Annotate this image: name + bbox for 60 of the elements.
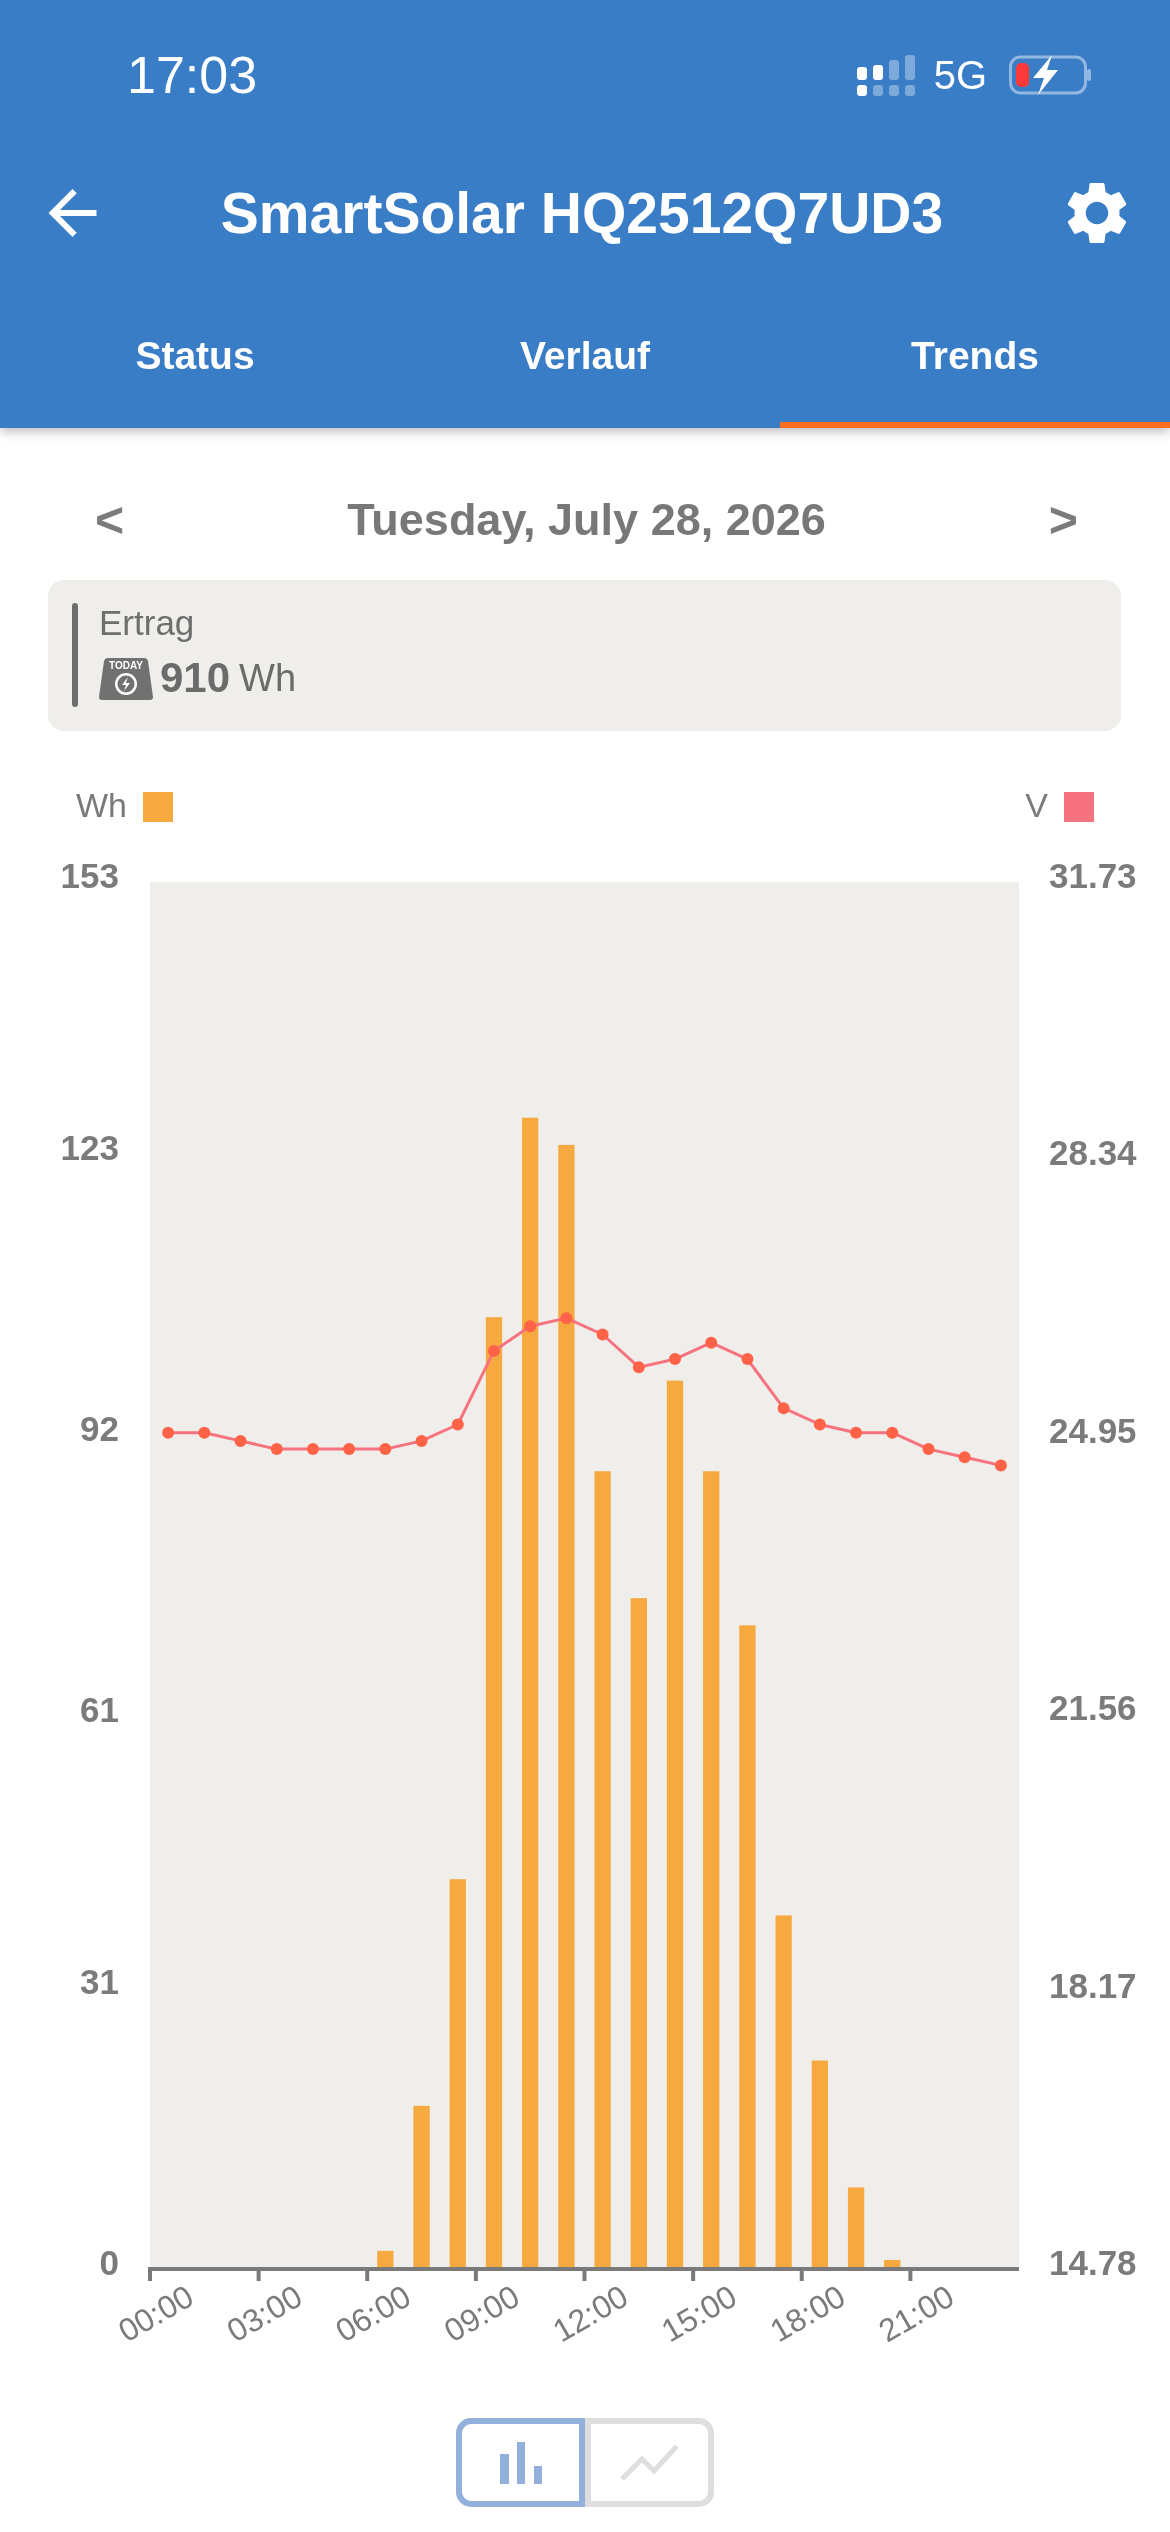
y-axis-label: 31 xyxy=(80,1961,119,2001)
line-chart-icon xyxy=(620,2444,679,2481)
x-axis-label: 03:00 xyxy=(220,2277,309,2350)
yield-label: Ertrag xyxy=(99,603,196,643)
y-axis-label: 18.17 xyxy=(1049,1965,1137,2005)
y-axis-label: 92 xyxy=(80,1409,119,1448)
today-bolt-icon xyxy=(99,656,153,700)
y-axis-label: 28.34 xyxy=(1049,1133,1137,1173)
data-point xyxy=(994,1459,1007,1472)
data-point xyxy=(777,1402,790,1415)
yield-value: 910 xyxy=(160,653,231,703)
data-point xyxy=(343,1443,356,1456)
data-point xyxy=(850,1426,863,1439)
data-point xyxy=(198,1426,211,1439)
data-point xyxy=(270,1443,283,1456)
data-point xyxy=(488,1344,500,1357)
signal-icon xyxy=(856,54,916,96)
yield-unit: Wh xyxy=(239,656,297,701)
data-point xyxy=(234,1434,247,1447)
legend-label: V xyxy=(1025,788,1048,822)
y-axis-label: 31.73 xyxy=(1049,856,1137,895)
data-point xyxy=(922,1443,935,1456)
data-point xyxy=(705,1336,718,1349)
bar-chart-button[interactable] xyxy=(456,2418,585,2507)
legend-label: Wh xyxy=(76,788,127,822)
data-point xyxy=(813,1418,826,1431)
tab[interactable]: Status xyxy=(0,275,390,428)
y-axis-label: 24.95 xyxy=(1049,1410,1137,1450)
data-point xyxy=(524,1320,537,1333)
data-point xyxy=(886,1426,899,1439)
status-time: 17:03 xyxy=(127,45,258,105)
bar-chart-icon xyxy=(499,2441,542,2484)
data-point xyxy=(632,1361,645,1374)
data-point xyxy=(379,1443,392,1456)
next-day-button[interactable]: > xyxy=(1048,492,1078,548)
data-point xyxy=(162,1426,175,1439)
x-axis-label: 06:00 xyxy=(329,2277,417,2350)
data-point xyxy=(596,1328,609,1341)
network-label: 5G xyxy=(933,52,987,98)
y-axis-label: 61 xyxy=(80,1690,119,1729)
y-axis-label: 21.56 xyxy=(1049,1688,1137,1728)
data-point xyxy=(560,1312,573,1325)
data-point xyxy=(451,1418,464,1431)
date-label: Tuesday, July 28, 2026 xyxy=(347,493,826,547)
data-point xyxy=(306,1443,319,1456)
icon-caption: TODAY xyxy=(108,660,144,671)
back-icon[interactable] xyxy=(48,188,97,237)
tab[interactable]: Trends xyxy=(780,275,1170,428)
app-title: SmartSolar HQ2512Q7UD3 xyxy=(219,179,945,246)
y-axis-label: 153 xyxy=(60,856,119,895)
data-point xyxy=(741,1353,754,1366)
data-point xyxy=(958,1451,971,1464)
y-axis-label: 14.78 xyxy=(1049,2243,1137,2282)
settings-icon[interactable] xyxy=(1067,182,1127,243)
tab[interactable]: Verlauf xyxy=(390,275,780,428)
data-point xyxy=(415,1434,428,1447)
data-point xyxy=(669,1353,681,1366)
previous-day-button[interactable]: < xyxy=(95,492,125,548)
x-axis-label: 09:00 xyxy=(438,2277,526,2350)
y-axis-label: 123 xyxy=(60,1127,119,1167)
